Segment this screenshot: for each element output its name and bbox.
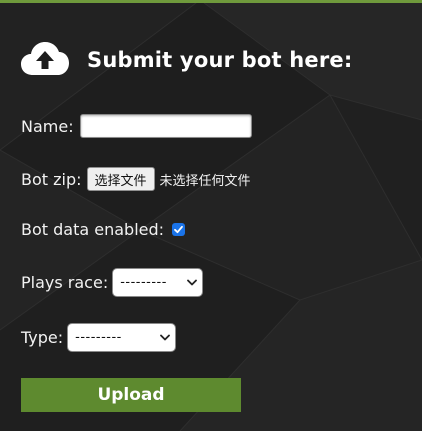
- bot-data-row: Bot data enabled:: [21, 218, 186, 240]
- type-select[interactable]: ---------: [67, 322, 177, 352]
- race-row: Plays race: ---------: [21, 268, 204, 297]
- choose-file-button[interactable]: 选择文件: [86, 167, 155, 191]
- race-label: Plays race:: [21, 273, 109, 292]
- type-label: Type:: [21, 327, 64, 347]
- checkmark-icon: [174, 225, 183, 233]
- upload-button[interactable]: Upload: [21, 378, 241, 412]
- bot-data-label: Bot data enabled:: [21, 219, 165, 239]
- name-row: Name:: [21, 112, 252, 140]
- race-select-value: ---------: [120, 275, 167, 290]
- bot-zip-row: Bot zip: 选择文件 未选择任何文件: [21, 166, 251, 192]
- cloud-upload-icon: [21, 42, 69, 75]
- chevron-down-icon: [160, 334, 171, 340]
- name-input[interactable]: [79, 114, 252, 138]
- chevron-down-icon: [187, 279, 198, 286]
- top-accent-line: [0, 0, 422, 3]
- type-select-value: ---------: [75, 329, 122, 345]
- bot-zip-label: Bot zip:: [21, 169, 82, 189]
- bot-data-checkbox[interactable]: [172, 222, 186, 236]
- submit-bot-form: Submit your bot here: Name: Bot zip: 选择文…: [0, 0, 422, 431]
- form-header: Submit your bot here:: [21, 42, 352, 78]
- race-select[interactable]: ---------: [112, 268, 204, 297]
- name-label: Name:: [21, 116, 74, 136]
- page-title: Submit your bot here:: [87, 48, 353, 72]
- type-row: Type: ---------: [21, 322, 177, 352]
- file-status-text: 未选择任何文件: [159, 173, 251, 189]
